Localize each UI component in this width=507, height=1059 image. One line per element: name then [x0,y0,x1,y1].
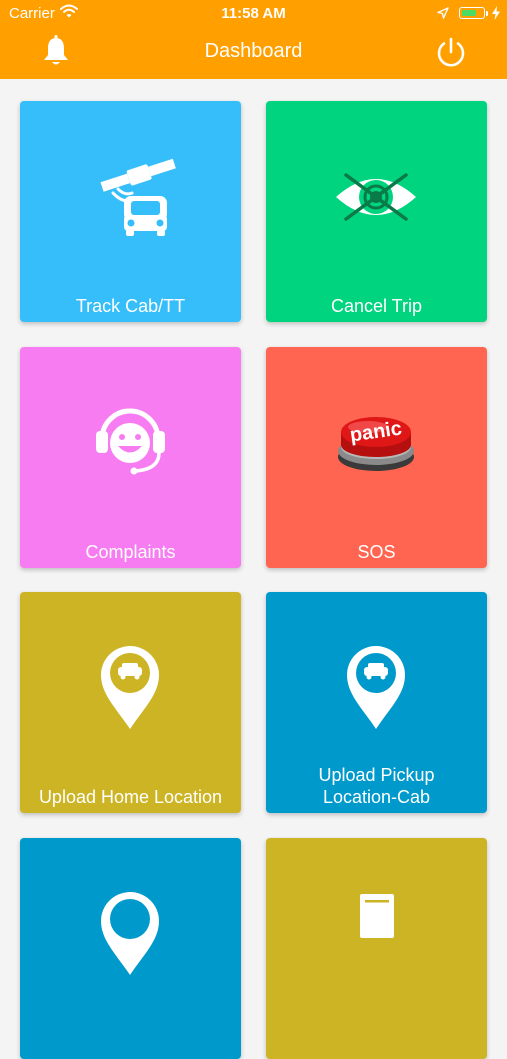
location-tile[interactable] [20,838,241,1059]
complaints-tile[interactable]: Complaints [20,347,241,568]
satellite-car-icon [100,158,176,236]
tile-label-line1: Upload Pickup [318,765,435,785]
sos-tile[interactable]: panic SOS [266,347,487,568]
panic-button-icon: panic [338,417,414,471]
tile-label: Complaints [85,542,176,562]
battery-level [461,9,476,16]
charging-bolt-icon [492,6,500,24]
tile-label: Cancel Trip [330,296,423,316]
tile-label: Upload Home Location [38,787,223,807]
battery-icon [459,7,485,19]
crossed-eye-icon [336,173,416,221]
power-icon[interactable] [434,35,468,69]
tile-label: SOS [357,542,396,562]
headset-smiley-icon [96,408,165,475]
upload-home-location-tile[interactable]: Upload Home Location [20,592,241,813]
upload-pickup-location-tile[interactable]: Upload Pickup Location-Cab [266,592,487,813]
status-bar: Carrier 11:58 AM [0,0,507,28]
document-tile[interactable] [266,838,487,1059]
cancel-trip-tile[interactable]: Cancel Trip [266,101,487,322]
app-header: Carrier 11:58 AM Dashboard [0,0,507,79]
document-icon [360,894,394,938]
car-location-pin-icon [101,646,159,729]
track-cab-tile[interactable]: Track Cab/TT [20,101,241,322]
location-pin-icon [101,892,159,975]
tile-label-line2: Location-Cab [322,787,431,807]
location-arrow-icon [437,6,449,23]
battery-nub [486,11,488,16]
page-title: Dashboard [204,40,303,62]
status-time: 11:58 AM [221,5,286,22]
tile-label: Track Cab/TT [75,296,186,316]
